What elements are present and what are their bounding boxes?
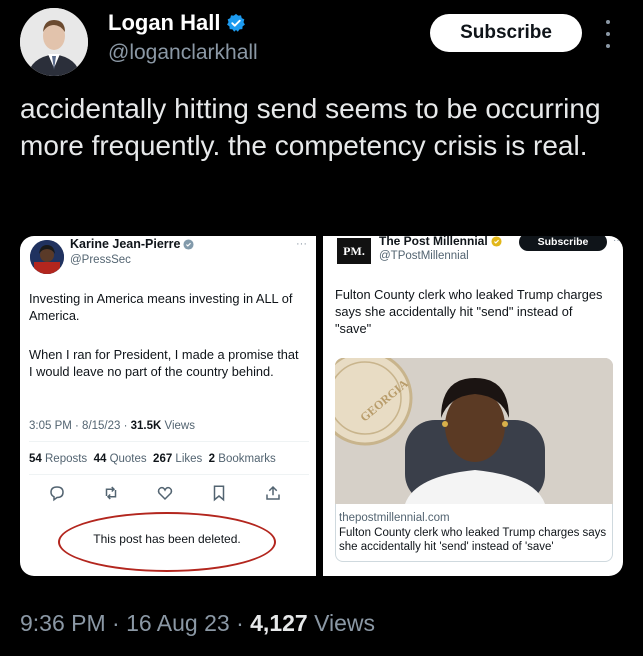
kjp-handle: @PressSec (70, 254, 131, 266)
deleted-notice: This post has been deleted. (93, 532, 241, 546)
kjp-name-text: Karine Jean-Pierre (70, 237, 181, 251)
tweet-text: accidentally hitting send seems to be oc… (20, 93, 601, 161)
like-icon (157, 486, 173, 501)
screenshot-karine-jean-pierre[interactable]: Karine Jean-Pierre @PressSec ··· Investi… (20, 236, 316, 576)
author-avatar[interactable] (20, 8, 88, 76)
reposts-count: 54 (29, 453, 42, 465)
views-count: 4,127 (250, 610, 308, 636)
kjp-action-bar (48, 484, 288, 502)
quotes-count: 44 (93, 453, 107, 465)
divider (29, 441, 309, 442)
likes-count: 267 (153, 453, 173, 465)
subscribe-button[interactable]: Subscribe (430, 14, 582, 52)
bookmarks-label: Bookmarks (215, 453, 276, 465)
verified-badge-icon (491, 236, 502, 247)
kjp-text-1: Investing in America means investing in … (29, 291, 293, 323)
pm-text: Fulton County clerk who leaked Trump cha… (335, 287, 603, 336)
pm-subscribe-button: Subscribe (519, 236, 607, 251)
reply-icon (50, 486, 64, 502)
author-handle[interactable]: @loganclarkhall (108, 41, 258, 65)
kjp-engagement-stats: 54 Reposts 44 Quotes 267 Likes 2 Bookmar… (29, 453, 276, 465)
kjp-text-2: When I ran for President, I made a promi… (29, 347, 299, 379)
pm-name-text: The Post Millennial (379, 236, 488, 248)
bookmark-icon (213, 485, 225, 502)
kjp-avatar (30, 240, 64, 274)
tweet-timestamp: 9:36 PM · 16 Aug 23 · 4,127 Views (20, 610, 375, 637)
pm-logo: PM. (337, 238, 371, 264)
quotes-label: Quotes (106, 453, 147, 465)
kjp-time: 3:05 PM · 8/15/23 · (29, 420, 131, 432)
screenshot-post-millennial[interactable]: PM. The Post Millennial @TPostMillennial… (323, 236, 623, 576)
reposts-label: Reposts (41, 453, 88, 465)
pm-handle: @TPostMillennial (379, 250, 469, 262)
repost-icon (105, 486, 117, 500)
author-name-text[interactable]: Logan Hall (108, 10, 220, 36)
more-options-icon: ··· (613, 236, 623, 246)
kjp-views-label: Views (161, 420, 195, 432)
more-options-icon[interactable] (600, 20, 616, 48)
share-icon (266, 485, 280, 500)
news-photo: GEORGIA (335, 358, 613, 504)
tweet-header: Logan Hall @loganclarkhall Subscribe (0, 0, 643, 86)
kjp-timestamp: 3:05 PM · 8/15/23 · 31.5K Views (29, 420, 195, 432)
views-label: Views (307, 610, 376, 636)
kjp-views-count: 31.5K (130, 420, 162, 432)
tweet-media[interactable]: Karine Jean-Pierre @PressSec ··· Investi… (20, 236, 623, 576)
link-caption: Fulton County clerk who leaked Trump cha… (339, 527, 607, 553)
verified-badge-icon (227, 13, 246, 32)
link-domain: thepostmillennial.com (339, 512, 450, 524)
more-options-icon: ··· (296, 238, 307, 250)
tweet-time: 9:36 PM · 16 Aug 23 · (20, 610, 251, 636)
likes-label: Likes (172, 453, 203, 465)
author-name[interactable]: Logan Hall (108, 10, 246, 36)
verified-badge-icon (183, 238, 195, 250)
kjp-name: Karine Jean-Pierre (70, 237, 195, 251)
pm-name: The Post Millennial (379, 236, 502, 248)
divider (29, 474, 309, 475)
